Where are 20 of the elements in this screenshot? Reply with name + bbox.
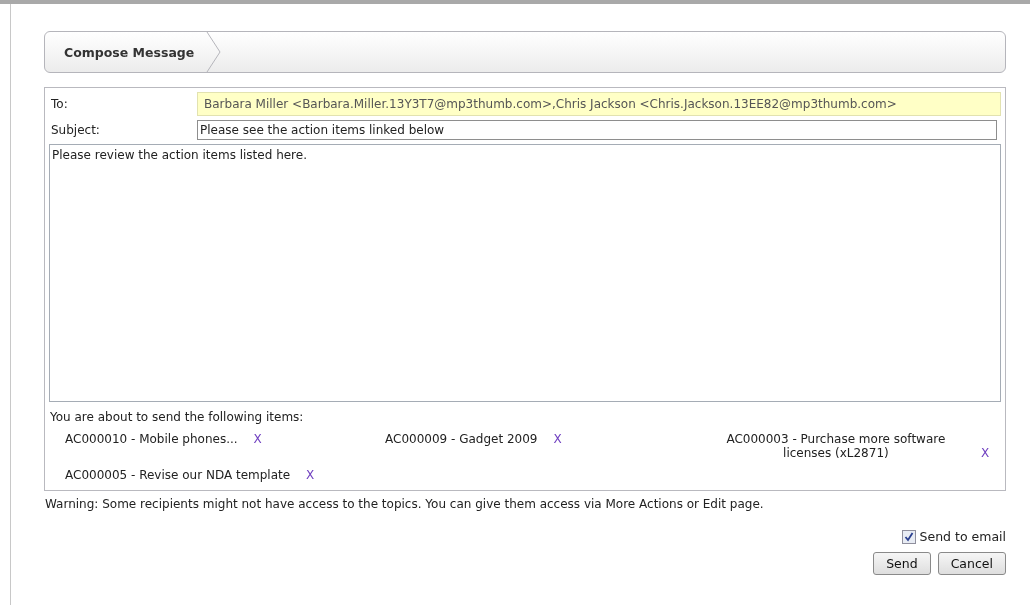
warning-text: Warning: Some recipients might not have access to the topics. You can give them access via More Actions or Edit page. [44, 497, 765, 511]
send-email-checkbox[interactable] [901, 529, 916, 544]
remove-link[interactable]: X [553, 432, 562, 446]
item-label: AC000005 - Revise our NDA template [65, 468, 291, 482]
subject-field[interactable]: Please see the action items linked below [197, 120, 997, 140]
send-email-label: Send to email [919, 529, 1006, 544]
subject-label: Subject: [50, 123, 101, 137]
item-label: AC000010 - Mobile phones... [65, 432, 238, 446]
item-label: AC000003 - Purchase more software licenses (xL2871) [725, 432, 947, 460]
to-label: To: [50, 97, 69, 111]
send-button[interactable]: Send [873, 552, 931, 575]
remove-link[interactable]: X [980, 446, 990, 460]
cancel-button[interactable]: Cancel [937, 552, 1006, 575]
remove-link[interactable]: X [306, 468, 315, 482]
breadcrumb-title: Compose Message [63, 43, 196, 62]
items-heading: You are about to send the following items: [49, 410, 305, 424]
item-label: AC000009 - Gadget 2009 [385, 432, 538, 446]
to-field[interactable]: Barbara Miller <Barbara.Miller.13Y3T7@mp3thumb.com>,Chris Jackson <Chris.Jackson.13EE82@mp3thumb.com> [197, 92, 1001, 116]
message-body-field[interactable]: Please review the action items listed here. [49, 144, 1001, 402]
remove-link[interactable]: X [253, 432, 262, 446]
